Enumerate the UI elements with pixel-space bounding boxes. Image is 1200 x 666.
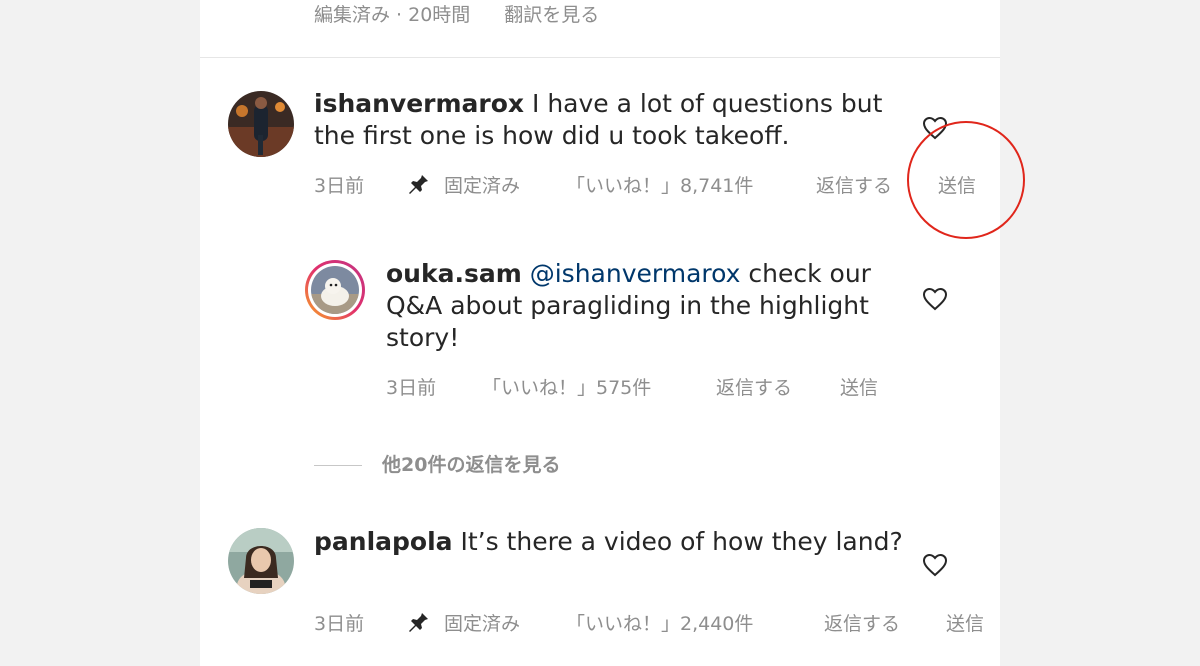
comment-username[interactable]: ishanvermarox [314,89,524,118]
comment-ishanvermarox: ishanvermarox I have a lot of questions … [314,88,914,152]
reply-likes-count[interactable]: 「いいね！」575件 [482,373,651,400]
comment-time: 3日前 [314,175,365,197]
reply-button[interactable]: 返信する [816,171,892,198]
send-button[interactable]: 送信 [946,609,984,636]
edited-timestamp: 編集済み · 20時間 [314,4,471,26]
pinned-indicator: 固定済み [406,609,520,636]
reply-send-button[interactable]: 送信 [840,373,878,400]
heart-icon[interactable] [922,116,948,140]
previous-comment-meta: 編集済み · 20時間 翻訳を見る [314,0,599,27]
comment-username[interactable]: panlapola [314,527,453,556]
comment-time: 3日前 [314,613,365,635]
reply-mention[interactable]: @ishanvermarox [530,259,741,288]
comment-body: It’s there a video of how they land? [452,527,903,556]
likes-count[interactable]: 「いいね！」2,440件 [566,609,753,636]
comment-panlapola: panlapola It’s there a video of how they… [314,526,914,558]
view-more-replies[interactable]: 他20件の返信を見る [314,450,560,477]
reply-meta-row: 3日前 「いいね！」575件 返信する 送信 [386,373,906,399]
comment-meta-row: 3日前 固定済み 「いいね！」2,440件 返信する 送信 [314,609,994,635]
heart-icon[interactable] [922,553,948,577]
avatar-ouka-sam[interactable] [305,260,365,320]
divider [200,57,1000,58]
pinned-indicator: 固定済み [406,171,520,198]
avatar-panlapola[interactable] [228,528,294,594]
pin-icon [409,173,428,194]
pinned-label: 固定済み [444,175,521,197]
reply-button[interactable]: 返信する [824,609,900,636]
reply-time: 3日前 [386,377,437,399]
reply-username[interactable]: ouka.sam [386,259,522,288]
pinned-label: 固定済み [444,613,521,635]
likes-count[interactable]: 「いいね！」8,741件 [566,171,753,198]
view-more-replies-label[interactable]: 他20件の返信を見る [382,454,560,476]
reply-ouka-sam: ouka.sam @ishanvermarox check our Q&A ab… [386,258,896,354]
pin-icon [409,611,428,632]
comment-meta-row: 3日前 固定済み 「いいね！」8,741件 返信する 送信 [314,171,994,197]
avatar-ishanvermarox[interactable] [228,91,294,157]
reply-reply-button[interactable]: 返信する [716,373,792,400]
replies-divider-line [314,465,362,466]
comments-panel: 編集済み · 20時間 翻訳を見る ishanvermarox I have a … [200,0,1000,666]
send-button[interactable]: 送信 [938,171,976,198]
heart-icon[interactable] [922,287,948,311]
translate-link[interactable]: 翻訳を見る [504,4,599,26]
